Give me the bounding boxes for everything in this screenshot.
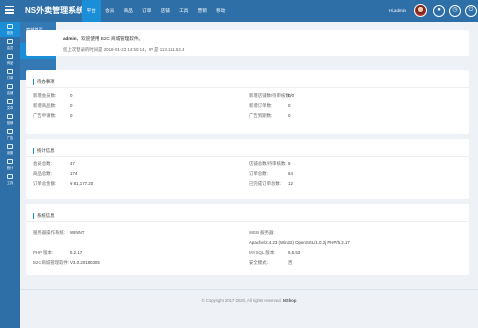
ad-icon [7,129,13,134]
pending-value: 0 [70,113,73,118]
stats-value: 174 [70,171,78,176]
system-value: 5.5.53 [288,250,301,255]
pending-item: 新增店铺数/待审核数: [249,93,291,98]
stats-value: ¥ 81,177.20 [70,181,94,186]
pending-item: 广告申请数: [33,113,57,118]
sidebar-item-stats[interactable]: 统计 [0,157,20,172]
stats-item: 已完成订单总数: [249,181,281,186]
system-card: 系统信息 服务器操作系统: WINNT PHP 版本: 5.2.17 B2C商城… [26,204,469,275]
login-info: 您上次登录的时间是 2018-01-23 14:50:14，IP 是 113.1… [63,47,185,52]
pending-item: 广告到期数: [249,113,273,118]
welcome-name: admin [63,36,77,41]
nav-platform[interactable]: 平台 [82,0,101,22]
pending-value: 0 [288,103,291,108]
sidebar-item-articles[interactable]: 文章 [0,97,20,112]
system-item: 服务器操作系统: [33,230,65,235]
nav-mobile[interactable]: 移动 [212,0,231,22]
stats-card: 统计信息 会员总数: 47 商品总数: 174 订单总金额: ¥ 81,177.… [26,139,469,199]
system-value: V3.0.20180305 [70,260,100,265]
nav-orders[interactable]: 订单 [138,0,157,22]
stats-item: 会员总数: [33,161,52,166]
sidebar-item-stores[interactable]: 店铺 [0,82,20,97]
system-item: 安全模式: [249,260,268,265]
top-navbar: NS外卖管理系统 平台 会员 商品 订单 店铺 工具 营销 移动 Hi,admi… [0,0,478,22]
pending-value: 0 [288,113,291,118]
system-item: PHP 版本: [33,250,54,255]
sidebar-item-goods[interactable]: 商品 [0,52,20,67]
welcome-greeting: admin，欢迎使用 B2C 商城管理软件。 [63,36,462,42]
stats-value: 12 [288,181,293,186]
power-icon[interactable]: ⏻ [465,5,477,17]
nav-members[interactable]: 会员 [101,0,120,22]
sidebar-item-orders[interactable]: 订单 [0,67,20,82]
avatar[interactable] [414,4,427,17]
nav-goods[interactable]: 商品 [119,0,138,22]
system-item: B2C商城管理软件: [33,260,70,265]
pending-value: 0 [70,93,73,98]
sidebar-item-home[interactable]: 首页 [0,22,20,37]
system-item: WEB 服务器: [249,230,275,235]
stats-item: 订单总数: [249,171,268,176]
top-nav: 平台 会员 商品 订单 店铺 工具 营销 移动 [82,0,230,22]
nav-tools[interactable]: 工具 [175,0,194,22]
stats-item: 商品总数: [33,171,52,176]
pending-value: 0 [70,103,73,108]
system-title: 系统信息 [26,204,469,222]
stats-value: 9 [288,161,291,166]
stats-title: 统计信息 [26,139,469,157]
gift-icon [7,114,13,119]
pending-title: 待办事项 [26,70,469,88]
system-value: 5.2.17 [70,250,83,255]
sidebar-item-settings[interactable]: 设置 [0,142,20,157]
chart-icon [7,159,13,164]
home-icon [7,24,13,29]
stats-value: 64 [288,171,293,176]
main-content: admin，欢迎使用 B2C 商城管理软件。 您上次登录的时间是 2018-01… [26,30,469,280]
copyright-icon: © [201,298,205,303]
pending-item: 新增会员数: [33,93,57,98]
system-value: WINNT [70,230,85,235]
menu-icon[interactable] [5,6,14,14]
store-icon [7,84,13,89]
stats-value: 47 [70,161,75,166]
stats-item: 订单总金额: [33,181,57,186]
system-value: Apache/2.4.23 (Win32) OpenSSL/1.0.2j PHP… [249,240,350,245]
pending-item: 新增订单数: [249,103,273,108]
sidebar-item-ads[interactable]: 广告 [0,127,20,142]
wrench-icon [7,174,13,179]
order-icon [7,69,13,74]
pending-item: 新增商品数: [33,103,57,108]
box-icon [7,54,13,59]
welcome-card: admin，欢迎使用 B2C 商城管理软件。 您上次登录的时间是 2018-01… [26,30,469,56]
sidebar-item-tools[interactable]: 工具 [0,172,20,187]
welcome-text: ，欢迎使用 B2C 商城管理软件。 [76,36,144,41]
app-title: NS外卖管理系统 [25,6,85,15]
user-icon [7,39,13,44]
sidebar-item-marketing[interactable]: 营销 [0,112,20,127]
system-item: MYSQL 版本: [249,250,276,255]
footer-text: Copyright 2017-2020, All rights reserved… [205,298,282,303]
system-value: 否 [288,260,293,265]
footer-brand[interactable]: NShop [283,298,297,303]
gear-icon [7,144,13,149]
clock-icon[interactable]: ◷ [449,5,461,17]
article-icon [7,99,13,104]
pending-value: 0/0 [288,93,295,98]
stats-item: 店铺总数/待审核数: [249,161,287,166]
nav-stores[interactable]: 店铺 [156,0,175,22]
sidebar: 首页 会员 商品 订单 店铺 文章 营销 广告 设置 统计 工具 [0,22,20,328]
nav-marketing[interactable]: 营销 [193,0,212,22]
bell-icon[interactable]: ● [433,5,445,17]
user-greeting[interactable]: Hi,admin [389,8,406,13]
pending-card: 待办事项 新增会员数: 0 新增商品数: 0 广告申请数: 0 新增店铺数/待审… [26,70,469,134]
sidebar-item-members[interactable]: 会员 [0,37,20,52]
footer: © Copyright 2017-2020, All rights reserv… [20,289,478,328]
